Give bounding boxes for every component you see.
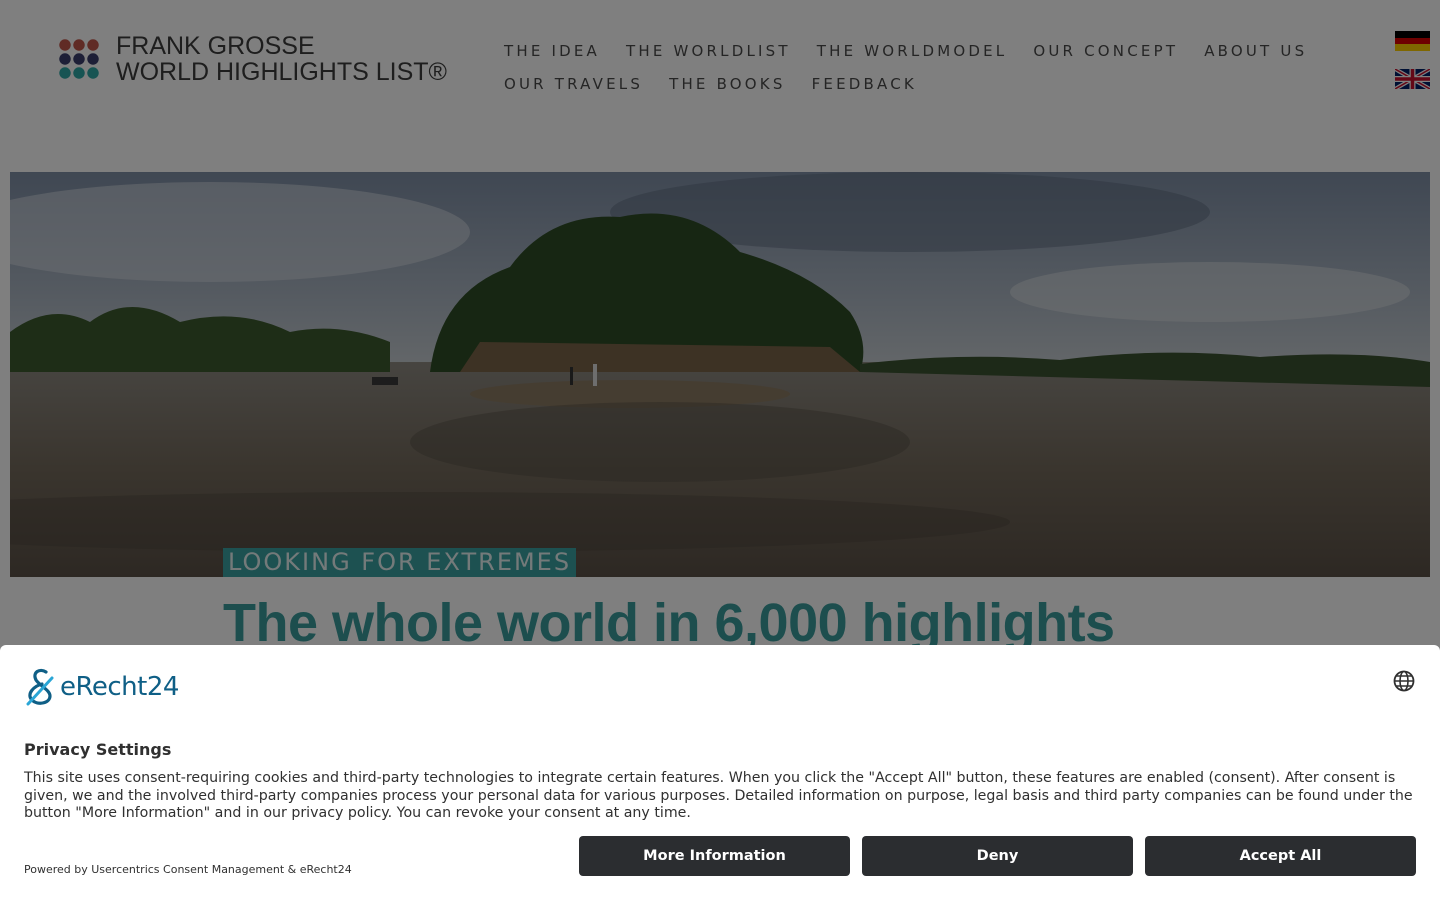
language-globe-icon[interactable]: [1393, 670, 1415, 692]
privacy-settings-description: This site uses consent-requiring cookies…: [24, 770, 1413, 821]
deny-button[interactable]: Deny: [862, 836, 1133, 876]
erecht24-logo: eRecht24: [24, 668, 179, 706]
erecht24-brand-text: eRecht24: [60, 672, 179, 702]
accept-all-button[interactable]: Accept All: [1145, 836, 1416, 876]
erecht24-ampersand-icon: [26, 668, 54, 706]
more-information-button[interactable]: More Information: [579, 836, 850, 876]
powered-by-text: Powered by Usercentrics Consent Manageme…: [24, 863, 352, 876]
privacy-settings-title: Privacy Settings: [24, 740, 172, 759]
